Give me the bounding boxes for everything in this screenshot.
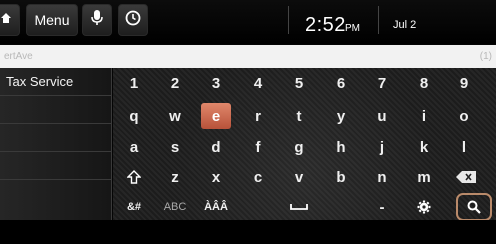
key-5[interactable]: 5 [284,70,314,96]
settings-key[interactable] [409,194,439,220]
key-k[interactable]: k [409,134,439,160]
date: Jul 2 [393,19,417,31]
key-h[interactable]: h [326,134,356,160]
key-i[interactable]: i [409,103,439,129]
home-icon [0,11,12,29]
key-n[interactable]: n [367,164,397,190]
clock-ampm: PM [345,23,360,34]
key-z[interactable]: z [160,164,190,190]
key-c[interactable]: c [243,164,273,190]
on-screen-keyboard: 1 2 3 4 5 6 7 8 9 q w e r t y u i o a s … [113,68,496,221]
key-g[interactable]: g [284,134,314,160]
key-4[interactable]: 4 [243,70,273,96]
symbols-key[interactable]: &# [119,194,149,220]
key-a[interactable]: a [119,134,149,160]
key-o[interactable]: o [449,103,479,129]
key-1[interactable]: 1 [119,70,149,96]
backspace-key[interactable] [451,164,481,190]
key-x[interactable]: x [201,164,231,190]
suggestion-item[interactable] [0,124,111,152]
key-m[interactable]: m [409,164,439,190]
key-w[interactable]: w [160,103,190,129]
shift-key[interactable] [119,164,149,190]
home-button[interactable] [0,4,20,36]
space-icon [290,203,308,211]
key-e-selected[interactable]: e [201,103,231,129]
clock-time: 2:52 [305,14,346,36]
microphone-icon [91,9,103,31]
suggestion-item[interactable] [0,180,111,208]
key-6[interactable]: 6 [326,70,356,96]
search-icon [467,200,481,214]
abc-key[interactable]: ABC [160,194,190,220]
key-f[interactable]: f [243,134,273,160]
key-r[interactable]: r [243,103,273,129]
key-y[interactable]: y [326,103,356,129]
backspace-icon [456,171,476,183]
key-8[interactable]: 8 [409,70,439,96]
shift-icon [127,170,141,184]
search-input[interactable]: ertAve (1) [0,45,496,68]
search-button[interactable] [456,193,492,221]
key-j[interactable]: j [367,134,397,160]
divider [288,6,289,34]
key-2[interactable]: 2 [160,70,190,96]
key-v[interactable]: v [284,164,314,190]
bottom-bar [0,220,496,244]
suggestion-item[interactable] [0,96,111,124]
key-t[interactable]: t [284,103,314,129]
key-9[interactable]: 9 [449,70,479,96]
space-key[interactable] [281,194,317,220]
clock-icon [125,10,141,31]
result-count: (1) [479,51,492,62]
key-7[interactable]: 7 [367,70,397,96]
voice-button[interactable] [82,4,112,36]
menu-button[interactable]: Menu [26,4,78,36]
key-u[interactable]: u [367,103,397,129]
accents-key[interactable]: ÀÂÂ [201,194,231,220]
key-s[interactable]: s [160,134,190,160]
divider [378,6,379,34]
key-d[interactable]: d [201,134,231,160]
suggestion-item[interactable] [0,152,111,180]
suggestion-item[interactable]: Tax Service [0,68,111,96]
gear-icon [417,200,431,214]
key-l[interactable]: l [449,134,479,160]
key-b[interactable]: b [326,164,356,190]
search-input-value: ertAve [4,51,33,62]
clock-button[interactable] [118,4,148,36]
dash-key[interactable]: - [367,194,397,220]
status-bar: Menu 2:52 PM Jul 2 [0,0,496,44]
key-q[interactable]: q [119,103,149,129]
key-3[interactable]: 3 [201,70,231,96]
suggestion-list: Tax Service [0,68,112,220]
